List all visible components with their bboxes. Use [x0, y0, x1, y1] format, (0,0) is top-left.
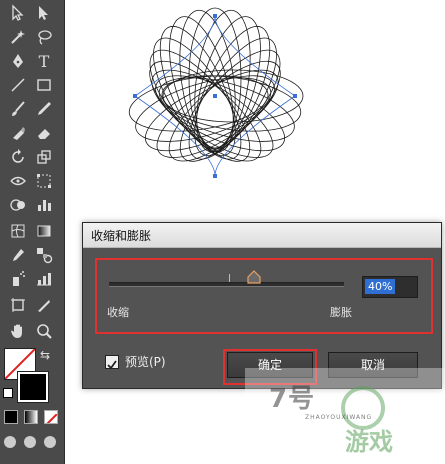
graph-tool-icon[interactable]: [32, 194, 56, 216]
site-watermark: 7号 ZHAOYOUXIWANG 游戏: [245, 368, 445, 464]
slider-highlight-box: 收缩 膨胀 40%: [95, 258, 433, 334]
swap-fill-stroke-icon[interactable]: ⇆: [40, 348, 50, 362]
slice-tool-icon[interactable]: [32, 294, 56, 316]
tools-panel: T ⇆: [0, 0, 65, 464]
eyedropper-tool-icon[interactable]: [6, 244, 30, 266]
artboard-tool-icon[interactable]: [6, 294, 30, 316]
color-mode-icon[interactable]: [4, 410, 18, 424]
watermark-sub-text: ZHAOYOUXIWANG: [305, 414, 373, 421]
anchor-point[interactable]: [293, 94, 297, 98]
column-graph-tool-icon[interactable]: [32, 268, 56, 290]
blob-brush-tool-icon[interactable]: [6, 122, 30, 144]
dialog-title: 收缩和膨胀: [91, 229, 152, 243]
hand-tool-icon[interactable]: [6, 320, 30, 342]
draw-normal-icon[interactable]: [4, 436, 16, 448]
anchor-point[interactable]: [133, 94, 137, 98]
preview-label[interactable]: 预览(P): [125, 353, 166, 370]
dialog-title-bar[interactable]: 收缩和膨胀: [83, 223, 441, 248]
blend-tool-icon[interactable]: [32, 244, 56, 266]
none-slash-small-icon: [46, 413, 57, 423]
line-tool-icon[interactable]: [6, 74, 30, 96]
symbol-sprayer-tool-icon[interactable]: [6, 268, 30, 290]
value-input-text: 40%: [365, 279, 396, 294]
draw-inside-icon[interactable]: [44, 436, 56, 448]
slider-track[interactable]: [109, 282, 344, 287]
anchor-point[interactable]: [213, 94, 217, 98]
selection-tool-icon[interactable]: [6, 2, 30, 24]
eraser-tool-icon[interactable]: [32, 122, 56, 144]
gradient-tool-icon[interactable]: [32, 220, 56, 242]
slider-thumb[interactable]: [247, 270, 261, 284]
dialog-body: 收缩 膨胀 40% 预览(P) 确定 取消: [83, 248, 441, 388]
type-tool-letter: T: [38, 51, 50, 71]
pucker-bloat-dialog: 收缩和膨胀 收缩 膨胀 40% 预览(P) 确定 取消: [82, 222, 442, 389]
draw-behind-icon[interactable]: [24, 436, 36, 448]
pen-tool-icon[interactable]: [6, 50, 30, 72]
free-transform-tool-icon[interactable]: [32, 170, 56, 192]
shape-builder-tool-icon[interactable]: [6, 194, 30, 216]
direct-selection-tool-icon[interactable]: [32, 2, 56, 24]
type-tool-icon[interactable]: T: [32, 50, 56, 72]
anchor-point[interactable]: [213, 174, 217, 178]
pencil-tool-icon[interactable]: [32, 98, 56, 120]
magic-wand-tool-icon[interactable]: [6, 26, 30, 48]
stroke-swatch[interactable]: [18, 372, 48, 402]
rotate-tool-icon[interactable]: [6, 146, 30, 168]
default-colors-icon[interactable]: [3, 388, 13, 398]
slider-max-label: 膨胀: [330, 306, 352, 319]
preview-checkbox[interactable]: [105, 355, 119, 370]
scale-tool-icon[interactable]: [32, 146, 56, 168]
rosette-shape: [128, 7, 304, 162]
lasso-tool-icon[interactable]: [32, 26, 56, 48]
anchor-point[interactable]: [213, 14, 217, 18]
gradient-mode-icon[interactable]: [24, 410, 38, 424]
value-input[interactable]: 40%: [362, 276, 418, 298]
none-mode-icon[interactable]: [44, 410, 58, 424]
mesh-tool-icon[interactable]: [6, 220, 30, 242]
rectangle-tool-icon[interactable]: [32, 74, 56, 96]
watermark-main-text: 7号: [269, 384, 316, 414]
slider-center-mark: [229, 274, 230, 282]
slider-min-label: 收缩: [107, 306, 129, 319]
checkmark-icon: [107, 360, 117, 370]
paintbrush-tool-icon[interactable]: [6, 98, 30, 120]
zoom-tool-icon[interactable]: [32, 320, 56, 342]
watermark-game-text: 游戏: [345, 428, 393, 456]
width-tool-icon[interactable]: [6, 170, 30, 192]
